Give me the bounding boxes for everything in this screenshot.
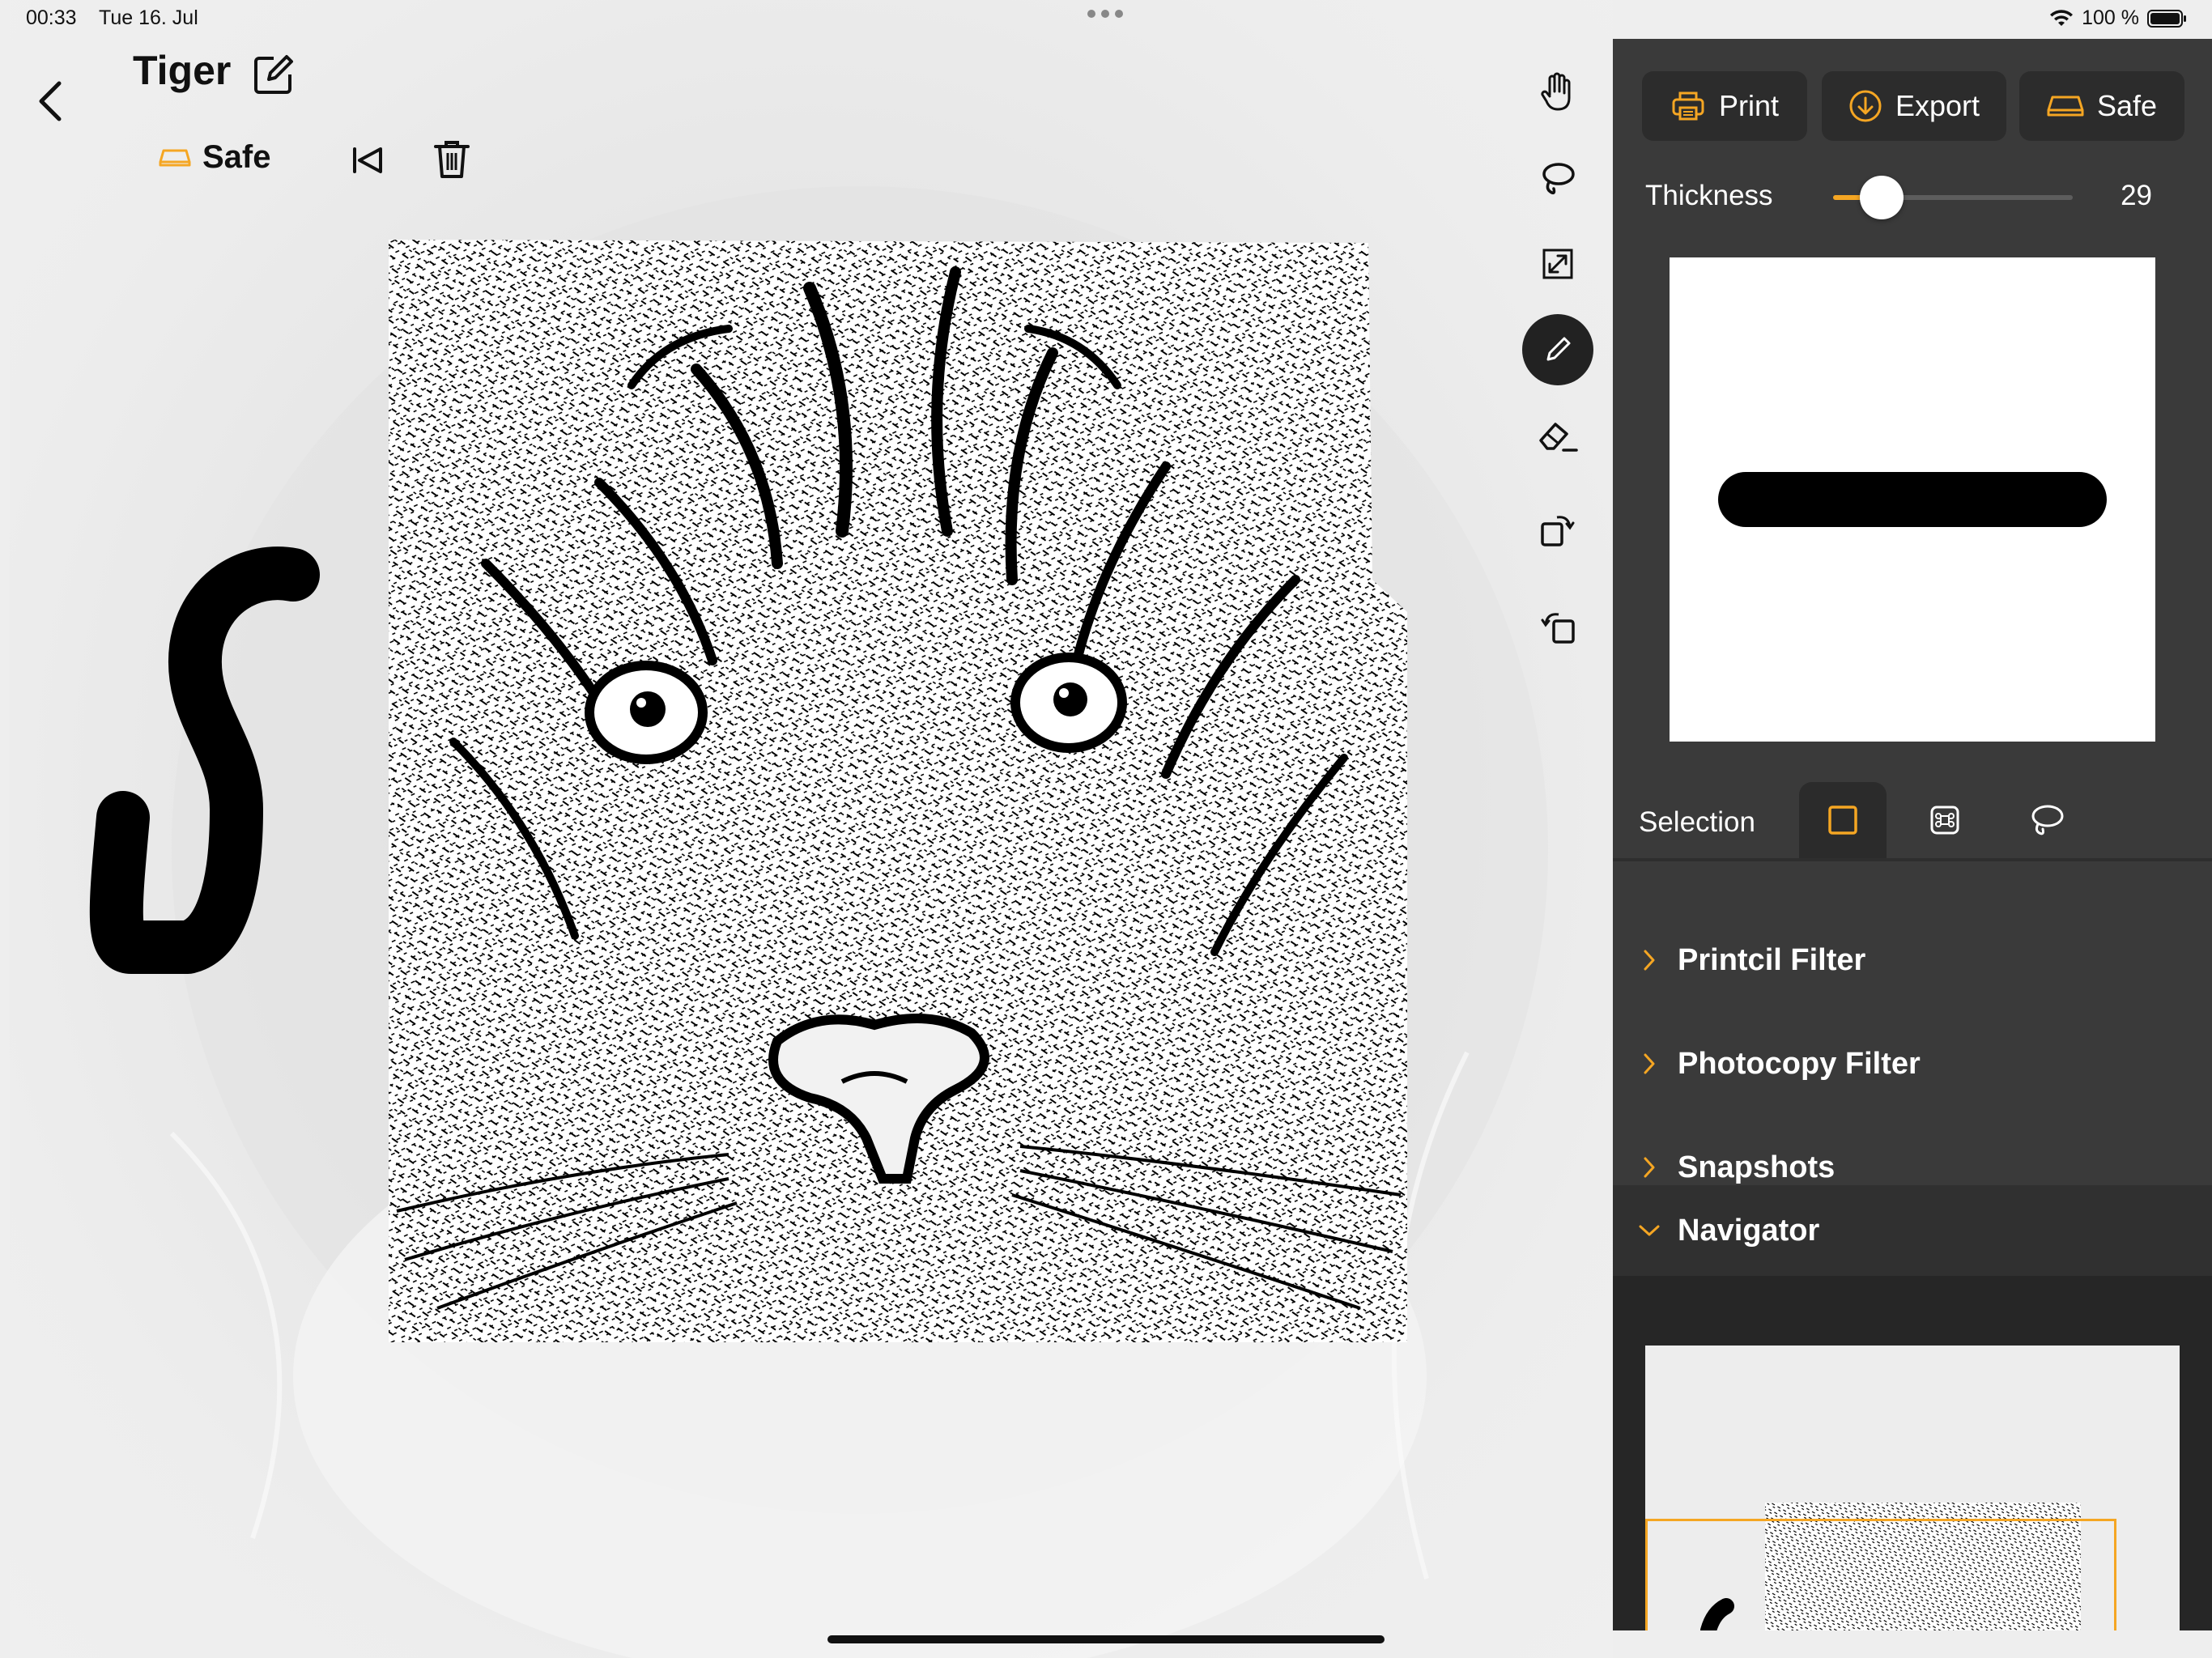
chevron-right-icon [1644, 950, 1655, 971]
home-indicator[interactable] [827, 1635, 1385, 1643]
selection-magic-button[interactable] [1901, 782, 1989, 858]
selection-rectangle-button[interactable] [1799, 782, 1887, 858]
print-button-label: Print [1718, 89, 1780, 122]
right-panel: Print Export Safe Thickness 29 Selection [1613, 39, 2212, 1630]
tiger-sketch-image[interactable] [389, 240, 1407, 1342]
delete-button[interactable] [434, 139, 470, 180]
tool-lasso[interactable] [1522, 142, 1593, 214]
rewind-button[interactable] [350, 142, 385, 178]
navigator-panel [1613, 1276, 2212, 1630]
lasso-icon [2031, 805, 2064, 835]
print-button[interactable]: Print [1642, 71, 1807, 141]
chevron-right-icon [1644, 1053, 1655, 1074]
brush-preview-stroke [1718, 472, 2107, 527]
edit-icon [254, 55, 293, 94]
status-indicators: 100 % [2049, 6, 2188, 30]
navigator-preview[interactable] [1645, 1346, 2180, 1630]
chevron-left-icon [39, 81, 62, 121]
status-time: 00:33 [26, 6, 77, 29]
status-bar: 00:33 Tue 16. Jul 100 % [0, 0, 2212, 39]
lasso-icon [1542, 163, 1575, 195]
section-label: Navigator [1678, 1213, 1820, 1248]
tool-rotate-right[interactable] [1522, 494, 1593, 565]
thickness-label: Thickness [1645, 180, 1773, 211]
section-navigator[interactable]: Navigator [1613, 1185, 2212, 1276]
rotate-left-icon [1541, 613, 1575, 644]
section-photocopy-filter[interactable]: Photocopy Filter [1613, 1018, 2212, 1109]
selection-lasso-button[interactable] [2003, 782, 2091, 858]
section-label: Photocopy Filter [1678, 1046, 1921, 1081]
pencil-icon [1546, 337, 1571, 361]
back-button[interactable] [32, 74, 68, 128]
hand-icon [1541, 72, 1571, 111]
printer-icon [1672, 91, 1704, 121]
battery-percent: 100 % [2082, 6, 2139, 29]
section-label: Printcil Filter [1678, 942, 1866, 977]
tool-eraser[interactable] [1522, 400, 1593, 471]
brush-preview [1670, 257, 2155, 742]
multitasking-dots-icon[interactable] [1087, 10, 1123, 18]
selection-label: Selection [1639, 806, 1755, 838]
navigator-viewport-frame[interactable] [1645, 1519, 2116, 1630]
save-status-label: Safe [202, 139, 271, 175]
drawing-canvas[interactable] [10, 0, 1613, 1658]
thickness-slider[interactable] [1833, 176, 2073, 219]
safe-button-label: Safe [2096, 89, 2158, 122]
thickness-slider-thumb[interactable] [1859, 176, 1904, 219]
resize-icon [1542, 249, 1573, 279]
document-title: Tiger [133, 48, 232, 93]
tool-hand[interactable] [1522, 57, 1593, 128]
wifi-icon [2050, 9, 2074, 26]
safe-button[interactable]: Safe [2019, 71, 2184, 141]
drive-icon [2047, 96, 2084, 117]
drive-icon [159, 149, 191, 166]
rotate-right-icon [1541, 516, 1575, 546]
save-status: Safe [159, 139, 271, 176]
skip-back-icon [353, 147, 382, 173]
divider [1613, 858, 2212, 861]
chevron-right-icon [1644, 1157, 1655, 1178]
download-icon [1849, 90, 1882, 122]
eraser-icon [1539, 423, 1578, 452]
command-icon [1930, 806, 1959, 835]
edit-title-button[interactable] [251, 52, 296, 97]
tool-pencil[interactable] [1522, 314, 1593, 385]
export-button-label: Export [1895, 89, 1980, 122]
battery-icon [2147, 9, 2186, 28]
square-icon [1828, 806, 1857, 835]
tool-resize[interactable] [1522, 228, 1593, 300]
section-label: Snapshots [1678, 1150, 1836, 1184]
export-button[interactable]: Export [1822, 71, 2006, 141]
status-date: Tue 16. Jul [99, 6, 198, 29]
trash-icon [434, 141, 470, 178]
thickness-value: 29 [2121, 180, 2152, 211]
tool-rotate-left[interactable] [1522, 591, 1593, 662]
chevron-down-icon [1639, 1225, 1660, 1236]
section-printcil-filter[interactable]: Printcil Filter [1613, 915, 2212, 1005]
